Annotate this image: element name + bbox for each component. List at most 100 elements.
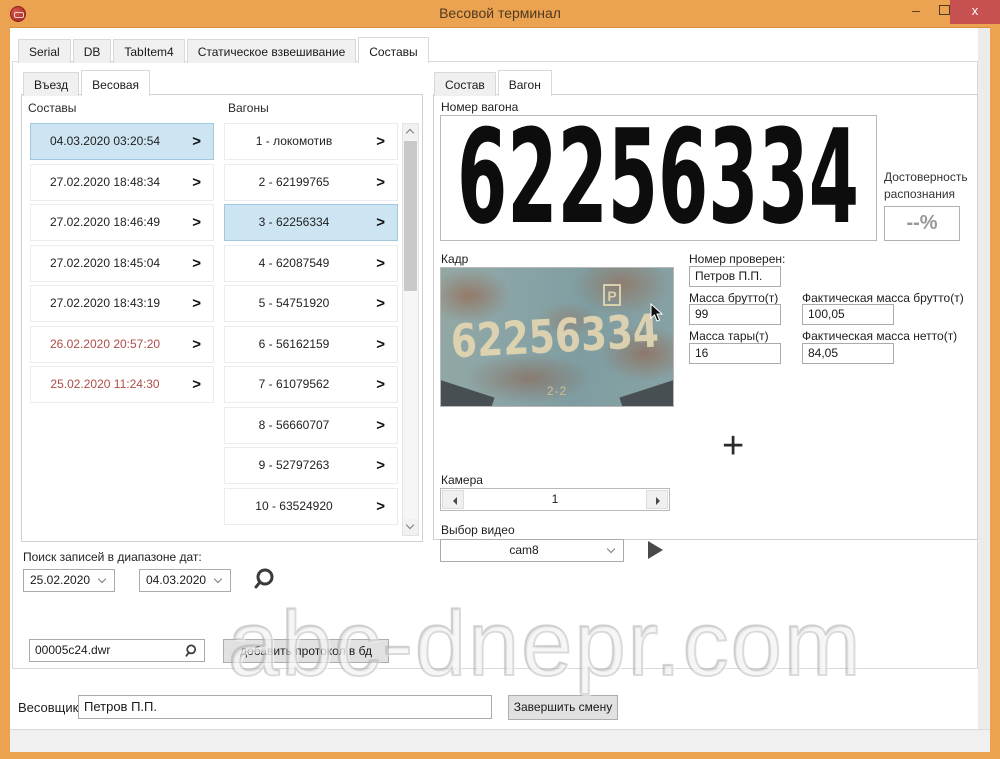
sostav-row[interactable]: 27.02.2020 18:48:34>	[30, 164, 214, 201]
actual-net-field[interactable]: 84,05	[802, 343, 894, 364]
photo-number: 62256334	[444, 306, 667, 372]
chevron-right-icon: >	[192, 165, 201, 200]
tab-serial[interactable]: Serial	[18, 39, 71, 63]
close-button[interactable]: x	[950, 0, 1000, 24]
gross-label: Масса брутто(т)	[689, 291, 778, 305]
photo-mark: 2-2	[441, 384, 673, 398]
maximize-icon	[939, 5, 950, 15]
weigher-label: Весовщик:	[18, 700, 82, 715]
wagon-number-display: 62256334	[440, 115, 877, 241]
main-tabstrip: SerialDBTabItem4Статическое взвешиваниеС…	[18, 37, 431, 63]
chevron-right-icon: >	[376, 327, 385, 362]
vagon-panel: Номер вагона 62256334 Достоверность расп…	[433, 94, 978, 540]
tab-tabitem4[interactable]: TabItem4	[113, 39, 184, 63]
chevron-right-icon: >	[376, 246, 385, 281]
camera-next-button[interactable]	[646, 490, 668, 509]
weigher-field[interactable]: Петров П.П.	[78, 695, 492, 719]
photo-symbol: P	[603, 284, 621, 306]
chevron-right-icon: >	[376, 165, 385, 200]
status-bar	[10, 729, 990, 752]
file-name-field[interactable]: 00005c24.dwr	[29, 639, 205, 662]
tab-db[interactable]: DB	[73, 39, 112, 63]
tare-label: Масса тары(т)	[689, 329, 769, 343]
sostav-row[interactable]: 04.03.2020 03:20:54>	[30, 123, 214, 160]
chevron-down-icon	[603, 542, 621, 559]
tab-scale[interactable]: Весовая	[81, 70, 150, 96]
titlebar: Весовой терминал – x	[0, 0, 1000, 27]
wagon-row[interactable]: 7 - 61079562>	[224, 366, 398, 403]
wagon-row[interactable]: 6 - 56162159>	[224, 326, 398, 363]
add-button[interactable]: +	[722, 425, 744, 468]
wagon-row[interactable]: 8 - 56660707>	[224, 407, 398, 444]
gross-field[interactable]: 99	[689, 304, 781, 325]
sostav-row[interactable]: 27.02.2020 18:45:04>	[30, 245, 214, 282]
checked-by-field[interactable]: Петров П.П.	[689, 266, 781, 287]
sostav-row[interactable]: 27.02.2020 18:46:49>	[30, 204, 214, 241]
tab-static-weighing[interactable]: Статическое взвешивание	[187, 39, 357, 63]
chevron-right-icon: >	[192, 286, 201, 321]
camera-scrollbar[interactable]: 1	[440, 488, 670, 511]
frame-label: Кадр	[441, 252, 468, 266]
chevron-right-icon: >	[376, 205, 385, 240]
end-shift-button[interactable]: Завершить смену	[508, 695, 618, 720]
arrow-left-icon	[449, 497, 457, 505]
vagony-list-label: Вагоны	[228, 101, 269, 115]
camera-label: Камера	[441, 473, 483, 487]
chevron-right-icon: >	[376, 124, 385, 159]
tab-entry[interactable]: Въезд	[23, 72, 79, 96]
date-from-combobox[interactable]: 25.02.2020	[23, 569, 115, 592]
search-dates-button[interactable]	[253, 566, 279, 592]
sostav-row[interactable]: 27.02.2020 18:43:19>	[30, 285, 214, 322]
sostavy-tab-page: ВъездВесовая Составы Вагоны 04.03.2020 0…	[12, 61, 978, 669]
scroll-up-button[interactable]	[403, 124, 418, 140]
scrollbar-thumb[interactable]	[404, 141, 417, 291]
search-icon	[253, 566, 279, 592]
play-button[interactable]	[648, 541, 663, 559]
wagon-row[interactable]: 2 - 62199765>	[224, 164, 398, 201]
svg-text:62256334: 62256334	[450, 306, 661, 367]
wagon-list-scrollbar[interactable]	[402, 123, 419, 536]
wagon-row[interactable]: 10 - 63524920>	[224, 488, 398, 525]
confidence-value: --%	[884, 206, 960, 241]
tab-vagon[interactable]: Вагон	[498, 70, 552, 96]
chevron-right-icon: >	[376, 367, 385, 402]
tab-sostavy[interactable]: Составы	[358, 37, 428, 63]
chevron-right-icon: >	[376, 448, 385, 483]
wagon-row[interactable]: 1 - локомотив>	[224, 123, 398, 160]
chevron-right-icon: >	[192, 246, 201, 281]
tab-sostav[interactable]: Состав	[434, 72, 496, 96]
date-to-combobox[interactable]: 04.03.2020	[139, 569, 231, 592]
date-range-label: Поиск записей в диапазоне дат:	[23, 550, 202, 564]
confidence-label: Достоверность распознания	[884, 169, 968, 203]
chevron-down-icon	[406, 521, 414, 529]
left-subtabs: ВъездВесовая	[23, 70, 152, 96]
chevron-right-icon: >	[192, 367, 201, 402]
right-margin	[978, 28, 990, 752]
tare-field[interactable]: 16	[689, 343, 781, 364]
wagon-row[interactable]: 9 - 52797263>	[224, 447, 398, 484]
camera-current: 1	[465, 489, 645, 510]
wagon-photo: 62256334 P 2-2	[440, 267, 674, 407]
chevron-right-icon: >	[376, 489, 385, 524]
video-combobox[interactable]: cam8	[440, 539, 624, 562]
arrow-right-icon	[656, 497, 664, 505]
add-protocol-button[interactable]: добавить протокол в бд	[223, 639, 389, 663]
chevron-down-icon	[94, 572, 112, 589]
camera-prev-button[interactable]	[442, 490, 464, 509]
right-subtabs: СоставВагон	[434, 70, 554, 96]
video-select-label: Выбор видео	[441, 523, 515, 537]
sostav-row[interactable]: 25.02.2020 11:24:30>	[30, 366, 214, 403]
minimize-button[interactable]: –	[903, 0, 929, 22]
search-icon	[184, 643, 200, 659]
sostav-row[interactable]: 26.02.2020 20:57:20>	[30, 326, 214, 363]
actual-net-label: Фактическая масса нетто(т)	[802, 329, 957, 343]
window-title: Весовой терминал	[0, 5, 1000, 21]
chevron-right-icon: >	[192, 327, 201, 362]
wagon-row[interactable]: 4 - 62087549>	[224, 245, 398, 282]
wagon-row[interactable]: 5 - 54751920>	[224, 285, 398, 322]
scroll-down-button[interactable]	[403, 519, 418, 535]
chevron-right-icon: >	[376, 408, 385, 443]
actual-gross-field[interactable]: 100,05	[802, 304, 894, 325]
wagon-row[interactable]: 3 - 62256334>	[224, 204, 398, 241]
chevron-right-icon: >	[376, 286, 385, 321]
